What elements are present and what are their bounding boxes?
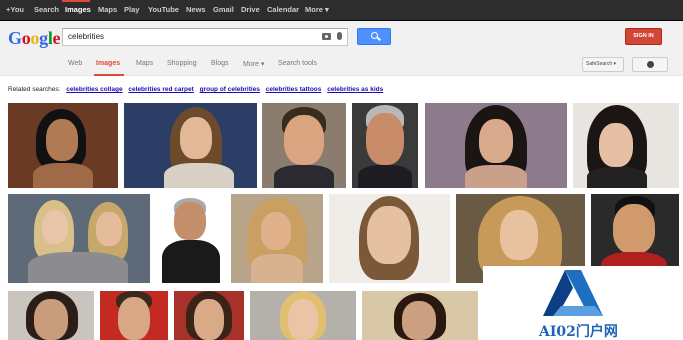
nav-plus-you[interactable]: +You <box>6 5 24 14</box>
nav-gmail[interactable]: Gmail <box>213 5 234 14</box>
gear-icon <box>647 61 654 68</box>
nav-search[interactable]: Search <box>34 5 59 14</box>
active-link-indicator <box>62 0 90 2</box>
image-result[interactable] <box>250 291 356 340</box>
related-link[interactable]: celebrities tattoos <box>266 86 322 93</box>
camera-icon[interactable] <box>322 33 331 40</box>
nav-more[interactable]: More ▾ <box>305 5 329 14</box>
related-link[interactable]: celebrities as kids <box>327 86 383 93</box>
search-header: Google celebrities SIGN IN <box>0 21 683 55</box>
nav-maps[interactable]: Maps <box>98 5 117 14</box>
safesearch-dropdown[interactable]: SafeSearch ▾ <box>582 57 624 72</box>
image-result[interactable] <box>156 194 226 283</box>
sign-in-button[interactable]: SIGN IN <box>625 28 662 45</box>
image-result[interactable] <box>8 103 118 188</box>
image-result[interactable] <box>174 291 244 340</box>
search-input[interactable]: celebrities <box>62 28 348 46</box>
search-query-text: celebrities <box>68 32 105 41</box>
image-result[interactable] <box>573 103 679 188</box>
search-tabs-row: Web Images Maps Shopping Blogs More ▾ Se… <box>0 55 683 76</box>
image-result[interactable] <box>425 103 567 188</box>
nav-drive[interactable]: Drive <box>241 5 260 14</box>
google-logo[interactable]: Google <box>8 28 61 49</box>
search-button[interactable] <box>357 28 391 45</box>
image-result[interactable] <box>8 194 150 283</box>
image-result[interactable] <box>100 291 168 340</box>
nav-news[interactable]: News <box>186 5 206 14</box>
image-result[interactable] <box>8 291 94 340</box>
related-searches: Related searches: celebrities collage ce… <box>8 86 383 93</box>
tab-maps[interactable]: Maps <box>136 60 153 67</box>
image-result[interactable] <box>231 194 323 283</box>
image-result[interactable] <box>329 194 450 283</box>
search-tools-button[interactable]: Search tools <box>278 60 317 67</box>
tab-blogs[interactable]: Blogs <box>211 60 229 67</box>
image-result[interactable] <box>352 103 418 188</box>
image-result[interactable] <box>124 103 257 188</box>
nav-youtube[interactable]: YouTube <box>148 5 179 14</box>
related-searches-label: Related searches: <box>8 86 61 93</box>
site-watermark: AI02门户网 <box>483 266 683 340</box>
related-link[interactable]: celebrities red carpet <box>128 86 193 93</box>
image-result[interactable] <box>362 291 478 340</box>
nav-calendar[interactable]: Calendar <box>267 5 299 14</box>
tab-images[interactable]: Images <box>96 60 120 67</box>
tab-web[interactable]: Web <box>68 60 82 67</box>
nav-images[interactable]: Images <box>65 5 91 14</box>
top-navigation-bar: +You Search Images Maps Play YouTube New… <box>0 0 683 21</box>
settings-button[interactable] <box>632 57 668 72</box>
active-tab-indicator <box>94 74 124 76</box>
watermark-text: AI02门户网 <box>539 324 618 340</box>
tab-more[interactable]: More ▾ <box>243 60 264 68</box>
related-link[interactable]: group of celebrities <box>200 86 260 93</box>
related-link[interactable]: celebrities collage <box>66 86 122 93</box>
tab-shopping[interactable]: Shopping <box>167 60 197 67</box>
nav-play[interactable]: Play <box>124 5 139 14</box>
microphone-icon[interactable] <box>337 32 342 40</box>
search-icon <box>371 32 378 39</box>
image-result[interactable] <box>262 103 346 188</box>
